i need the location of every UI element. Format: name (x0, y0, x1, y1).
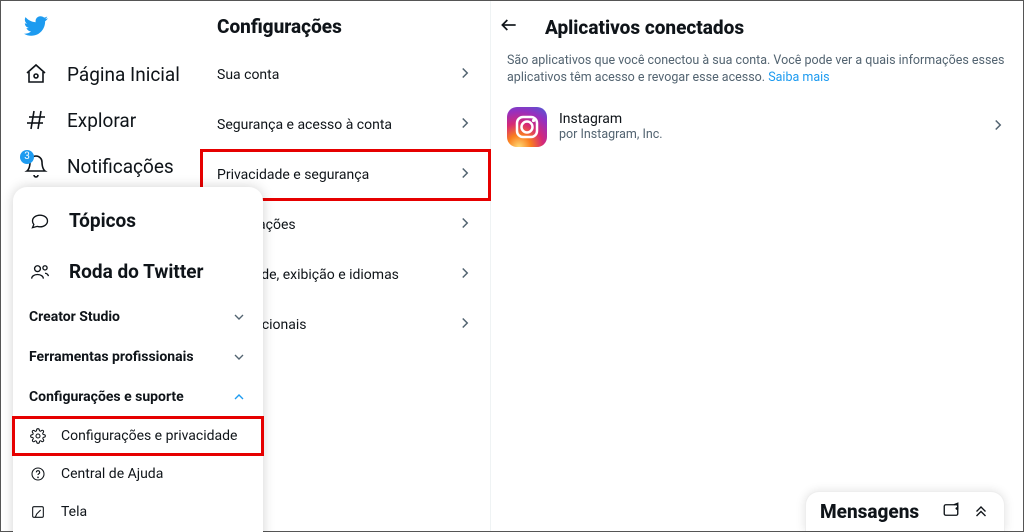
nav-label: Página Inicial (67, 63, 180, 86)
more-label: Configurações e suporte (29, 389, 184, 405)
instagram-icon (507, 107, 547, 147)
app-by: por Instagram, Inc. (559, 127, 977, 142)
detail-title: Aplicativos conectados (545, 16, 744, 39)
settings-item-label: Sua conta (217, 67, 279, 83)
messages-label: Mensagens (820, 500, 919, 523)
connected-app-instagram[interactable]: Instagram por Instagram, Inc. (491, 99, 1023, 155)
learn-more-link[interactable]: Saiba mais (768, 70, 829, 85)
home-icon (23, 61, 49, 87)
more-label: Tópicos (69, 209, 136, 232)
more-label: Roda do Twitter (69, 260, 204, 283)
gear-icon (29, 427, 47, 445)
topics-icon (29, 210, 51, 232)
more-help[interactable]: Central de Ajuda (13, 455, 263, 493)
settings-item-account[interactable]: Sua conta (201, 50, 490, 100)
nav-home[interactable]: Página Inicial (1, 51, 201, 97)
more-label: Ferramentas profissionais (29, 349, 194, 365)
settings-detail: Aplicativos conectados São aplicativos q… (491, 1, 1023, 531)
circle-icon (29, 261, 51, 283)
more-label: Configurações e privacidade (61, 428, 237, 444)
chevron-right-icon (456, 114, 474, 136)
nav-label: Explorar (67, 109, 136, 132)
settings-item-label: Privacidade e segurança (217, 167, 369, 183)
help-icon (29, 465, 47, 483)
primary-nav: Página Inicial Explorar 3 Notificações (1, 1, 201, 531)
nav-label: Notificações (67, 155, 174, 178)
twitter-logo[interactable] (1, 13, 201, 51)
hash-icon (23, 107, 49, 133)
settings-item-security[interactable]: Segurança e acesso à conta (201, 100, 490, 150)
nav-explore[interactable]: Explorar (1, 97, 201, 143)
messages-drawer[interactable]: Mensagens (805, 491, 1005, 531)
more-topics[interactable]: Tópicos (13, 195, 263, 246)
more-label: Tela (61, 504, 87, 520)
more-display[interactable]: Tela (13, 493, 263, 531)
more-settings-support[interactable]: Configurações e suporte (13, 377, 263, 417)
detail-description: São aplicativos que você conectou à sua … (491, 47, 1023, 99)
chevron-right-icon (456, 214, 474, 236)
app-name: Instagram (559, 111, 977, 127)
notification-badge: 3 (20, 150, 34, 164)
chevron-right-icon (456, 164, 474, 186)
more-settings-privacy[interactable]: Configurações e privacidade (13, 417, 263, 455)
chevron-down-icon (231, 309, 247, 325)
chevron-right-icon (456, 64, 474, 86)
more-menu-panel: Tópicos Roda do Twitter Creator Studio (13, 187, 263, 532)
expand-messages-icon[interactable] (972, 501, 990, 523)
display-icon (29, 503, 47, 521)
chevron-right-icon (456, 314, 474, 336)
compose-message-icon[interactable] (942, 501, 960, 523)
back-button[interactable] (499, 15, 519, 39)
more-creator-studio[interactable]: Creator Studio (13, 297, 263, 337)
more-pro-tools[interactable]: Ferramentas profissionais (13, 337, 263, 377)
bell-icon: 3 (23, 153, 49, 179)
more-label: Creator Studio (29, 309, 120, 325)
settings-title: Configurações (201, 15, 490, 50)
chevron-up-icon (231, 389, 247, 405)
more-label: Central de Ajuda (61, 466, 163, 482)
chevron-right-icon (989, 116, 1007, 138)
more-circle[interactable]: Roda do Twitter (13, 246, 263, 297)
nav-notifications[interactable]: 3 Notificações (1, 143, 201, 189)
chevron-right-icon (456, 264, 474, 286)
chevron-down-icon (231, 349, 247, 365)
settings-item-label: Segurança e acesso à conta (217, 117, 392, 133)
